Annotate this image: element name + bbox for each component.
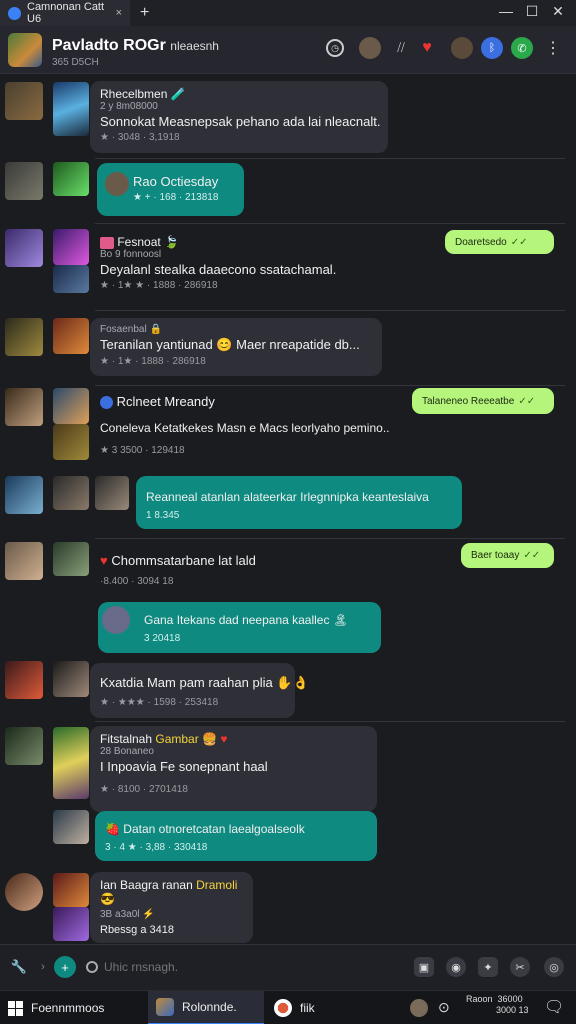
minimize-button[interactable]: — (496, 3, 516, 19)
message-input[interactable] (104, 960, 364, 974)
message-bubble[interactable]: Rao Octiesday ★ + · 168 · 213818 (97, 163, 244, 216)
emoji-icon[interactable] (86, 961, 98, 973)
avatar[interactable] (5, 82, 43, 120)
avatar (102, 606, 130, 634)
message-bubble[interactable]: Reanneal atanlan alateerkar Irlegnnipka … (136, 476, 462, 529)
avatar[interactable] (5, 318, 43, 356)
tray-avatar-icon[interactable] (410, 999, 428, 1017)
avatar[interactable] (53, 727, 89, 799)
avatar[interactable] (53, 542, 89, 576)
avatar[interactable] (95, 476, 129, 510)
heart-icon[interactable]: ♥ (416, 37, 438, 59)
clock-icon[interactable]: ◷ (326, 39, 344, 57)
outgoing-message[interactable]: Talaneneo Reeeatbe ✓✓ (412, 388, 554, 414)
start-button[interactable]: Foennmmoos (0, 991, 112, 1024)
notification-icon[interactable]: 🗨 (544, 997, 564, 1017)
avatar[interactable] (53, 162, 89, 196)
app-icon (156, 998, 174, 1016)
avatar[interactable] (53, 476, 89, 510)
message-bubble[interactable]: Rhecelbmen 🧪 2 y 8m08000 Sonnokat Measne… (90, 81, 388, 153)
channel-title: Pavladto ROGr nleaesnh (52, 37, 219, 54)
avatar[interactable] (53, 82, 89, 136)
system-clock[interactable]: Raoon 36000 3000 13 (466, 994, 529, 1016)
location-icon[interactable]: ◉ (446, 957, 466, 977)
outgoing-message[interactable]: Doaretsedo ✓✓ (445, 230, 554, 254)
chevron-right-icon[interactable]: › (32, 956, 54, 978)
maximize-button[interactable]: ☐ (522, 3, 542, 20)
outgoing-message[interactable]: Baer toaay ✓✓ (461, 543, 554, 568)
message-bubble[interactable]: Gana Itekans dad neepana kaallec 🏝 3 204… (98, 602, 381, 653)
browser-tab[interactable]: Camnonan Catt U6 × (0, 0, 130, 26)
user-avatar-icon[interactable] (451, 37, 473, 59)
taskbar-app-1[interactable]: Rolonnde. (148, 991, 264, 1024)
message-bubble[interactable]: Fesnoat 🍃 Bo 9 fonnoosl Deyalanl stealka… (90, 229, 390, 309)
avatar[interactable] (5, 727, 43, 765)
more-icon[interactable]: ⋮ (542, 37, 564, 59)
windows-icon (8, 1000, 23, 1016)
app-icon (274, 999, 292, 1017)
avatar[interactable] (5, 229, 43, 267)
tray-network-icon[interactable]: ⊙ (438, 999, 450, 1016)
avatar[interactable] (53, 229, 89, 265)
avatar[interactable] (53, 661, 89, 697)
message-composer: 🔧 › + ▣ ◉ ✦ ✂ ◎ (0, 944, 576, 990)
close-window-button[interactable]: ✕ (548, 3, 568, 20)
bluetooth-icon[interactable]: ᛒ (481, 37, 503, 59)
message-bubble[interactable]: Rclneet Mreandy Coneleva Ketatkekes Masn… (90, 388, 410, 466)
message-list[interactable]: Rhecelbmen 🧪 2 y 8m08000 Sonnokat Measne… (0, 75, 576, 943)
avatar[interactable] (5, 873, 43, 911)
image-icon[interactable]: ▣ (414, 957, 434, 977)
tab-title: Camnonan Catt U6 (27, 1, 105, 25)
mic-icon[interactable]: ✂ (510, 957, 530, 977)
message-bubble[interactable]: Fosaenbal 🔒 Teranilan yantiunad 😊 Maer n… (90, 318, 382, 376)
avatar[interactable] (53, 873, 89, 907)
avatar[interactable] (53, 265, 89, 293)
avatar[interactable] (53, 424, 89, 460)
message-bubble[interactable]: ♥ Chommsatarbane lat lald ·8.400 · 3094 … (90, 545, 390, 595)
avatar[interactable] (53, 810, 89, 844)
chat-header: Pavladto ROGr nleaesnh 365 D5CH ◷ ⧸⧸ ♥ ᛒ… (0, 26, 576, 74)
title-bar: Camnonan Catt U6 × + — ☐ ✕ (0, 0, 576, 26)
taskbar-app-2[interactable]: fiik (266, 991, 386, 1024)
avatar[interactable] (53, 388, 89, 424)
avatar[interactable] (5, 162, 43, 200)
message-bubble[interactable]: Ian Baagra ranan Dramoli 😎 3B a3a0l ⚡ Rb… (90, 872, 253, 943)
channel-avatar[interactable] (8, 33, 42, 67)
taskbar: Foennmmoos Rolonnde. fiik ⊙ Raoon 36000 … (0, 990, 576, 1024)
avatar-icon[interactable] (359, 37, 381, 59)
message-bubble[interactable]: 🍓 Datan otnoretcatan laealgoalseolk 3 · … (95, 811, 377, 861)
app-icon (8, 6, 21, 20)
avatar[interactable] (5, 388, 43, 426)
avatar (105, 172, 129, 196)
new-tab-button[interactable]: + (140, 4, 149, 22)
gif-icon[interactable]: ✦ (478, 957, 498, 977)
message-input-wrapper[interactable] (86, 954, 386, 980)
message-bubble[interactable]: Fitstalnah Gambar 🍔 ♥ 28 Bonaneo I Inpoa… (90, 726, 377, 812)
send-icon[interactable]: ◎ (544, 957, 564, 977)
avatar[interactable] (53, 907, 89, 941)
add-icon[interactable]: + (54, 956, 76, 978)
avatar[interactable] (5, 661, 43, 699)
avatar[interactable] (5, 476, 43, 514)
message-bubble[interactable]: Kxatdia Mam pam raahan plia ✋👌 ★ · ★★★ ·… (90, 663, 309, 718)
close-tab-icon[interactable]: × (116, 7, 122, 19)
avatar[interactable] (53, 318, 89, 354)
avatar[interactable] (5, 542, 43, 580)
channel-subtitle: 365 D5CH (52, 57, 99, 68)
wrench-icon[interactable]: 🔧 (8, 956, 30, 978)
mute-icon[interactable]: ⧸⧸ (390, 37, 412, 59)
phone-icon[interactable]: ✆ (511, 37, 533, 59)
